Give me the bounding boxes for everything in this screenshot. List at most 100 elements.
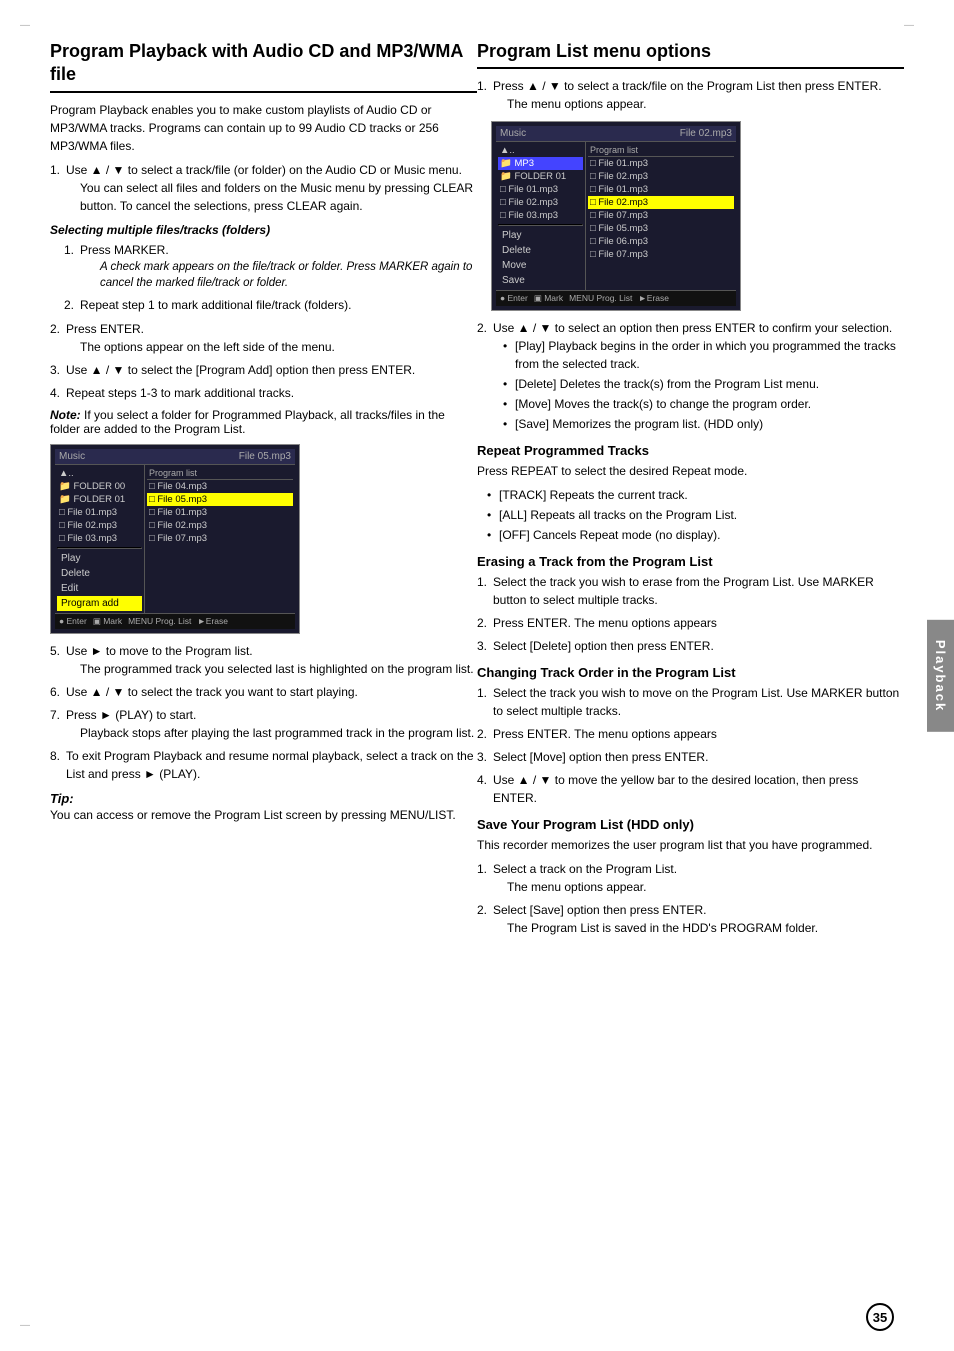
option-play: [Play] Playback begins in the order in w… (503, 337, 904, 373)
option-bullets: [Play] Playback begins in the order in w… (503, 337, 904, 433)
sc2-menu-save: Save (498, 273, 583, 288)
option-save: [Save] Memorizes the program list. (HDD … (503, 415, 904, 433)
content-area: Program Playback with Audio CD and MP3/W… (0, 40, 954, 1311)
erase-step-3: 3. Select [Delete] option then press ENT… (477, 637, 904, 655)
sc1-prog-3: □ File 01.mp3 (147, 506, 293, 519)
sc2-row-file02: □ File 02.mp3 (498, 196, 583, 209)
sc2-row-file03: □ File 03.mp3 (498, 209, 583, 222)
sc1-prog-1: □ File 04.mp3 (147, 480, 293, 493)
sc2-row-f01: 📁 FOLDER 01 (498, 170, 583, 183)
corner-tl: — (20, 20, 30, 31)
sc1-menu-delete: Delete (57, 566, 142, 581)
step-6: 6. Use ▲ / ▼ to select the track you wan… (50, 683, 477, 701)
sc2-right: Program list □ File 01.mp3 □ File 02.mp3… (586, 142, 736, 290)
step-7: 7. Press ► (PLAY) to start. Playback sto… (50, 706, 477, 742)
screenshot-2: Music File 02.mp3 ▲.. 📁 MP3 📁 FOLDER 01 … (491, 121, 741, 311)
repeat-title: Repeat Programmed Tracks (477, 443, 904, 458)
erase-title: Erasing a Track from the Program List (477, 554, 904, 569)
corner-tr: — (904, 20, 914, 31)
sc2-header: Music File 02.mp3 (496, 126, 736, 142)
right-column: Program List menu options 1. Press ▲ / ▼… (477, 40, 904, 1311)
sc1-body: ▲.. 📁 FOLDER 00 📁 FOLDER 01 □ File 01.mp… (55, 465, 295, 613)
sc2-footer: ● Enter ▣ Mark MENU Prog. List ►Erase (496, 290, 736, 306)
sc1-prog-2: □ File 05.mp3 (147, 493, 293, 506)
repeat-all: [ALL] Repeats all tracks on the Program … (487, 506, 904, 524)
repeat-intro: Press REPEAT to select the desired Repea… (477, 462, 904, 480)
sc2-prog-2: □ File 02.mp3 (588, 170, 734, 183)
step-3: 3. Use ▲ / ▼ to select the [Program Add]… (50, 361, 477, 379)
sc1-header: Music File 05.mp3 (55, 449, 295, 465)
erase-step-1: 1. Select the track you wish to erase fr… (477, 573, 904, 609)
sc2-menu-delete: Delete (498, 243, 583, 258)
repeat-track: [TRACK] Repeats the current track. (487, 486, 904, 504)
sc1-row-f00: 📁 FOLDER 00 (57, 480, 142, 493)
page: — — — Program Playback with Audio CD and… (0, 0, 954, 1351)
save-list: 1. Select a track on the Program List. T… (477, 860, 904, 937)
save-title: Save Your Program List (HDD only) (477, 817, 904, 832)
sc2-prog-7: □ File 06.mp3 (588, 235, 734, 248)
sc1-prog-header: Program list (147, 467, 293, 480)
save-step-2: 2. Select [Save] option then press ENTER… (477, 901, 904, 937)
sc1-footer: ● Enter ▣ Mark MENU Prog. List ►Erase (55, 613, 295, 629)
side-tab: Playback (927, 619, 954, 731)
sc1-prog-4: □ File 02.mp3 (147, 519, 293, 532)
sc1-row-file03: □ File 03.mp3 (57, 532, 142, 545)
sc2-prog-header: Program list (588, 144, 734, 157)
sc1-row-file01: □ File 01.mp3 (57, 506, 142, 519)
repeat-list: [TRACK] Repeats the current track. [ALL]… (487, 486, 904, 544)
right-step-1: 1. Press ▲ / ▼ to select a track/file on… (477, 77, 904, 113)
option-delete: [Delete] Deletes the track(s) from the P… (503, 375, 904, 393)
left-column: Program Playback with Audio CD and MP3/W… (50, 40, 477, 1311)
sc2-prog-1: □ File 01.mp3 (588, 157, 734, 170)
change-step-3: 3. Select [Move] option then press ENTER… (477, 748, 904, 766)
step-1: 1. Use ▲ / ▼ to select a track/file (or … (50, 161, 477, 215)
sc1-row-f01: 📁 FOLDER 01 (57, 493, 142, 506)
step-list-main: 1. Use ▲ / ▼ to select a track/file (or … (50, 161, 477, 215)
sc1-row-up: ▲.. (57, 467, 142, 480)
step-8: 8. To exit Program Playback and resume n… (50, 747, 477, 783)
sc2-menu-move: Move (498, 258, 583, 273)
right-section-title: Program List menu options (477, 40, 904, 69)
sc2-prog-3: □ File 01.mp3 (588, 183, 734, 196)
sc1-right: Program list □ File 04.mp3 □ File 05.mp3… (145, 465, 295, 613)
sc2-left: ▲.. 📁 MP3 📁 FOLDER 01 □ File 01.mp3 □ Fi… (496, 142, 586, 290)
sc1-prog-5: □ File 07.mp3 (147, 532, 293, 545)
step-5: 5. Use ► to move to the Program list. Th… (50, 642, 477, 678)
sc2-row-file01: □ File 01.mp3 (498, 183, 583, 196)
save-step-1: 1. Select a track on the Program List. T… (477, 860, 904, 896)
erase-list: 1. Select the track you wish to erase fr… (477, 573, 904, 655)
tip-block: Tip: You can access or remove the Progra… (50, 791, 477, 824)
sc1-row-file02: □ File 02.mp3 (57, 519, 142, 532)
selecting-sublist: 1. Press MARKER. A check mark appears on… (64, 241, 477, 314)
repeat-off: [OFF] Cancels Repeat mode (no display). (487, 526, 904, 544)
save-intro: This recorder memorizes the user program… (477, 836, 904, 854)
change-step-1: 1. Select the track you wish to move on … (477, 684, 904, 720)
option-move: [Move] Moves the track(s) to change the … (503, 395, 904, 413)
change-step-2: 2. Press ENTER. The menu options appears (477, 725, 904, 743)
sc1-menu-play: Play (57, 551, 142, 566)
note-block: Note: If you select a folder for Program… (50, 408, 477, 436)
selecting-heading: Selecting multiple files/tracks (folders… (50, 223, 477, 237)
sc2-row-up: ▲.. (498, 144, 583, 157)
change-title: Changing Track Order in the Program List (477, 665, 904, 680)
sc2-menu-play: Play (498, 228, 583, 243)
marker-step-2: 2. Repeat step 1 to mark additional file… (64, 296, 477, 314)
sc2-prog-5: □ File 07.mp3 (588, 209, 734, 222)
intro-text: Program Playback enables you to make cus… (50, 101, 477, 155)
step-4: 4. Repeat steps 1-3 to mark additional t… (50, 384, 477, 402)
marker-step-1-italic: A check mark appears on the file/track o… (100, 259, 477, 291)
sc2-prog-6: □ File 05.mp3 (588, 222, 734, 235)
sc1-left: ▲.. 📁 FOLDER 00 📁 FOLDER 01 □ File 01.mp… (55, 465, 145, 613)
change-step-4: 4. Use ▲ / ▼ to move the yellow bar to t… (477, 771, 904, 807)
step-2: 2. Press ENTER. The options appear on th… (50, 320, 477, 356)
sc2-row-mp3: 📁 MP3 (498, 157, 583, 170)
right-step-2: 2. Use ▲ / ▼ to select an option then pr… (477, 319, 904, 433)
main-steps-continued: 2. Press ENTER. The options appear on th… (50, 320, 477, 402)
screenshot-1: Music File 05.mp3 ▲.. 📁 FOLDER 00 📁 FOLD… (50, 444, 300, 634)
left-section-title: Program Playback with Audio CD and MP3/W… (50, 40, 477, 93)
corner-bl: — (20, 1320, 30, 1331)
sc2-body: ▲.. 📁 MP3 📁 FOLDER 01 □ File 01.mp3 □ Fi… (496, 142, 736, 290)
right-steps-2: 2. Use ▲ / ▼ to select an option then pr… (477, 319, 904, 433)
main-steps-5-8: 5. Use ► to move to the Program list. Th… (50, 642, 477, 783)
page-number: 35 (866, 1303, 894, 1331)
